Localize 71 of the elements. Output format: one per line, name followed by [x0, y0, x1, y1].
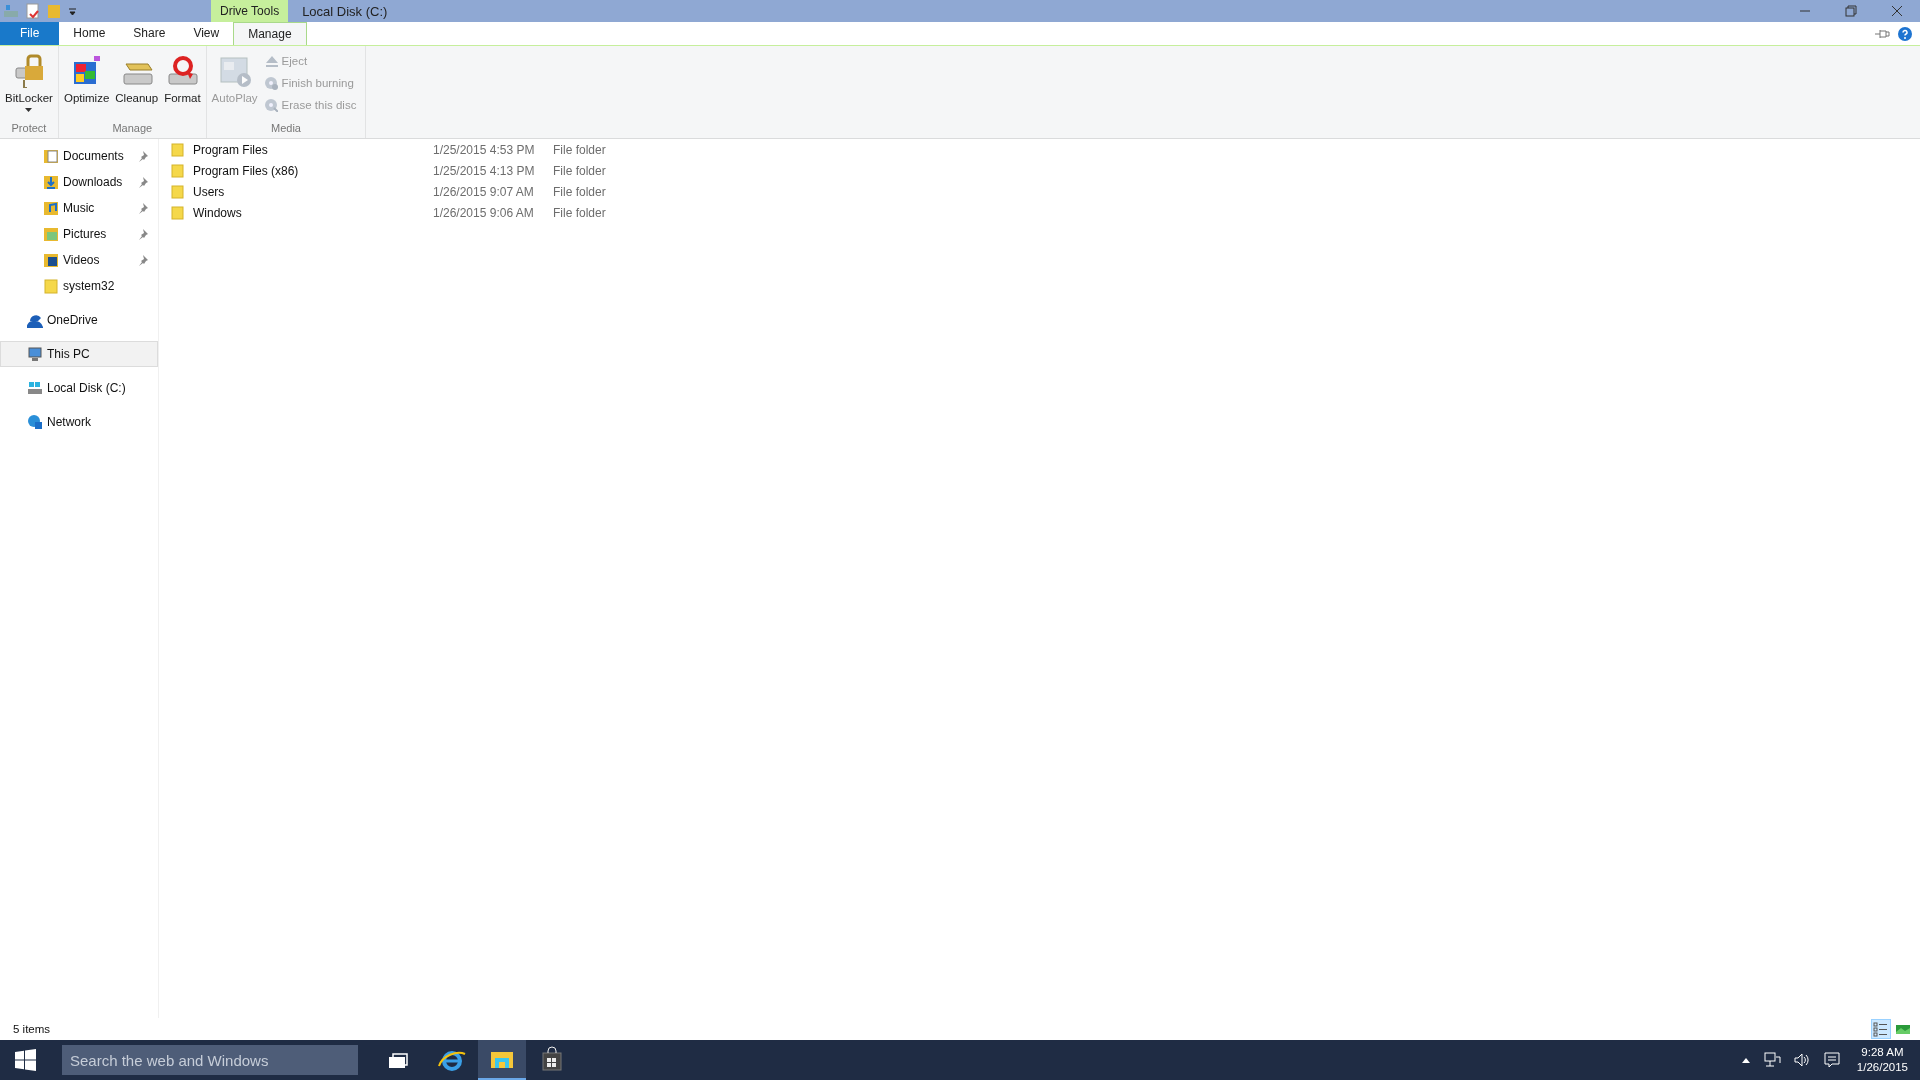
- navigation-item[interactable]: Downloads: [0, 169, 158, 195]
- ribbon-command[interactable]: Cleanup: [113, 50, 161, 122]
- command-icon: [217, 54, 252, 88]
- folder-icon: [43, 252, 59, 268]
- command-icon: [263, 76, 278, 90]
- pin-icon[interactable]: [137, 254, 149, 266]
- file-date: 1/25/2015 4:13 PM: [433, 163, 536, 178]
- ribbon-tab[interactable]: View: [179, 22, 234, 45]
- properties-icon[interactable]: [26, 3, 40, 19]
- folder-icon: [43, 278, 59, 294]
- navigation-item[interactable]: Pictures: [0, 221, 158, 247]
- folder-icon: [171, 163, 185, 178]
- command-icon: [165, 54, 200, 88]
- file-type: File folder: [553, 163, 606, 178]
- ribbon-command[interactable]: BitLocker: [3, 50, 55, 122]
- navigation-item[interactable]: Videos: [0, 247, 158, 273]
- details-view-icon[interactable]: [1872, 1020, 1890, 1038]
- ribbon-command[interactable]: Format: [162, 50, 203, 122]
- dropdown-icon[interactable]: [68, 6, 77, 16]
- navigation-item[interactable]: Music: [0, 195, 158, 221]
- ribbon-tab[interactable]: Manage: [233, 22, 307, 45]
- file-date: 1/26/2015 9:07 AM: [433, 184, 535, 199]
- clock[interactable]: 9:28 AM 1/26/2015: [1846, 1045, 1920, 1075]
- ribbon-group-label: Protect: [10, 122, 48, 136]
- command-icon: [263, 98, 278, 112]
- file-type: File folder: [553, 205, 606, 220]
- ribbon-tab[interactable]: Share: [119, 22, 180, 45]
- drive-icon: [27, 380, 43, 396]
- pin-icon[interactable]: [137, 228, 149, 240]
- folder-icon: [171, 184, 185, 199]
- volume-icon[interactable]: [1792, 1051, 1811, 1069]
- context-tab-label: Drive Tools: [211, 0, 289, 22]
- ribbon-tab[interactable]: Home: [59, 22, 120, 45]
- folder-icon[interactable]: [478, 1040, 526, 1080]
- navigation-item[interactable]: Documents: [0, 143, 158, 169]
- pin-icon[interactable]: [137, 176, 149, 188]
- navigation-item[interactable]: Network: [0, 409, 158, 435]
- pin-ribbon-icon[interactable]: [1874, 27, 1890, 40]
- ribbon-group-label: Media: [270, 122, 302, 136]
- folder-icon: [171, 142, 185, 157]
- file-type: File folder: [553, 142, 606, 157]
- ribbon-group-label: Manage: [111, 122, 154, 136]
- file-date: 1/26/2015 9:06 AM: [433, 205, 535, 220]
- file-name[interactable]: Program Files: [193, 142, 433, 157]
- folder-icon: [171, 205, 185, 220]
- navigation-item[interactable]: OneDrive: [0, 307, 158, 333]
- navigation-item[interactable]: This PC: [0, 341, 158, 367]
- navigation-item[interactable]: Local Disk (C:): [0, 375, 158, 401]
- file-name[interactable]: Users: [193, 184, 433, 199]
- file-date: 1/25/2015 4:53 PM: [433, 142, 536, 157]
- ribbon-tab[interactable]: File: [0, 22, 60, 45]
- help-icon[interactable]: [1898, 26, 1912, 41]
- folder-icon: [43, 226, 59, 242]
- search-field[interactable]: Search the web and Windows: [62, 1045, 358, 1075]
- pin-icon[interactable]: [137, 202, 149, 214]
- file-name[interactable]: Windows: [193, 205, 433, 220]
- action-center-icon[interactable]: [1822, 1051, 1841, 1069]
- file-name[interactable]: Program Files (x86): [193, 163, 433, 178]
- computer-icon: [27, 346, 43, 362]
- file-type: File folder: [553, 184, 606, 199]
- ribbon-command[interactable]: Optimize: [61, 50, 112, 122]
- navigation-item[interactable]: system32: [0, 273, 158, 299]
- folder-icon: [43, 200, 59, 216]
- command-icon: [263, 54, 278, 68]
- folder-icon: [43, 174, 59, 190]
- pin-icon[interactable]: [137, 150, 149, 162]
- folder-icon: [43, 148, 59, 164]
- show-hidden-icons-icon[interactable]: [1740, 1056, 1751, 1064]
- window-title: Local Disk (C:): [301, 3, 388, 19]
- item-count: 5 items: [13, 1023, 51, 1035]
- network-icon[interactable]: [1762, 1051, 1781, 1069]
